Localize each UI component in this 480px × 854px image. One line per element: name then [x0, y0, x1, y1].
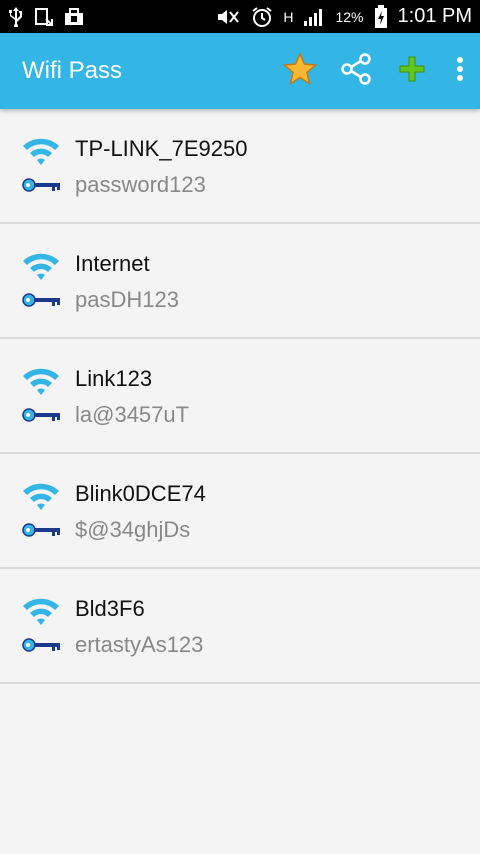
system-icons: H 12% 1:01 PM — [215, 4, 472, 29]
network-password: $@34ghjDs — [75, 517, 191, 542]
network-ssid: Bld3F6 — [75, 596, 145, 621]
star-icon — [282, 51, 318, 90]
signal-icon — [303, 7, 325, 27]
network-ssid: Link123 — [75, 366, 153, 391]
list-item[interactable]: Internet pasDH123 — [0, 224, 480, 339]
network-password: la@3457uT — [75, 402, 190, 427]
alarm-icon — [251, 6, 273, 28]
hspa-icon: H — [283, 8, 294, 25]
overflow-menu-icon — [456, 56, 464, 87]
wifi-icon — [22, 252, 60, 287]
key-icon — [22, 522, 62, 543]
usb-icon — [8, 6, 24, 27]
share-button[interactable] — [328, 43, 384, 99]
battery-percent: 12% — [335, 8, 364, 25]
network-ssid: Blink0DCE74 — [75, 481, 206, 506]
network-list: TP-LINK_7E9250 password123 Internet pasD… — [0, 109, 480, 684]
bag-icon — [64, 7, 84, 26]
favorites-button[interactable] — [272, 43, 328, 99]
notification-icons — [8, 6, 84, 27]
wifi-icon — [22, 597, 60, 632]
overflow-menu-button[interactable] — [440, 43, 480, 99]
app-bar: Wifi Pass — [0, 33, 480, 109]
battery-icon — [374, 4, 388, 29]
wifi-icon — [22, 482, 60, 517]
add-network-button[interactable] — [384, 43, 440, 99]
mute-icon — [215, 7, 241, 27]
download-icon — [34, 7, 54, 27]
wifi-icon — [22, 137, 60, 172]
key-icon — [22, 637, 62, 658]
add-icon — [398, 55, 426, 88]
list-item[interactable]: TP-LINK_7E9250 password123 — [0, 109, 480, 224]
network-password: ertastyAs123 — [75, 632, 204, 657]
key-icon — [22, 292, 62, 313]
status-bar: H 12% 1:01 PM — [0, 0, 480, 33]
clock: 1:01 PM — [397, 5, 472, 27]
wifi-icon — [22, 367, 60, 402]
share-icon — [340, 52, 372, 90]
network-ssid: Internet — [75, 251, 150, 276]
list-item[interactable]: Link123 la@3457uT — [0, 339, 480, 454]
network-ssid: TP-LINK_7E9250 — [75, 136, 248, 161]
key-icon — [22, 177, 62, 198]
app-title: Wifi Pass — [22, 57, 123, 84]
network-password: pasDH123 — [75, 287, 179, 312]
list-item[interactable]: Blink0DCE74 $@34ghjDs — [0, 454, 480, 569]
list-item[interactable]: Bld3F6 ertastyAs123 — [0, 569, 480, 684]
network-password: password123 — [75, 172, 206, 197]
key-icon — [22, 407, 62, 428]
